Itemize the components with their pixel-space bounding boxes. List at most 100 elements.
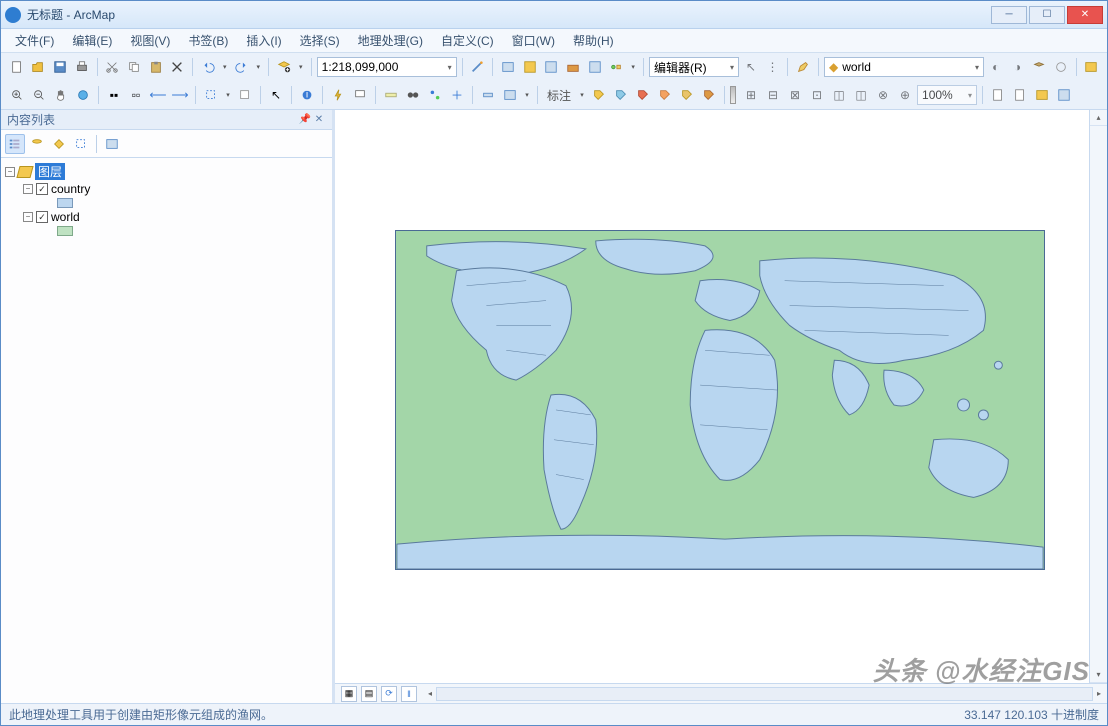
clear-selection-button[interactable] [235, 85, 255, 105]
fixed-zoom-in[interactable]: ▪▪ [104, 85, 124, 105]
tree-layer-country[interactable]: − ✓ country [23, 181, 328, 197]
label-3[interactable] [633, 85, 653, 105]
search-window-button[interactable] [542, 57, 562, 77]
fixed-zoom-out[interactable]: ▫▫ [126, 85, 146, 105]
collapse-icon[interactable]: − [23, 212, 33, 222]
close-button[interactable]: ✕ [1067, 6, 1103, 24]
georef-8[interactable]: ⊕ [895, 85, 915, 105]
menu-customize[interactable]: 自定义(C) [435, 30, 500, 51]
tree-root[interactable]: − 图层 [5, 162, 328, 181]
georef-7[interactable]: ⊗ [873, 85, 893, 105]
hscroll-left[interactable]: ◂ [428, 689, 432, 698]
pan-button[interactable] [51, 85, 71, 105]
undo-dropdown[interactable]: ▾ [220, 57, 230, 77]
hyperlink-button[interactable] [328, 85, 348, 105]
tree-symbol-world[interactable] [23, 225, 328, 237]
copy-button[interactable] [124, 57, 144, 77]
add-data-button[interactable] [274, 57, 294, 77]
python-button[interactable] [585, 57, 605, 77]
select-elements-button[interactable]: ↖ [266, 85, 286, 105]
select-dropdown[interactable]: ▾ [223, 85, 233, 105]
scale-combo[interactable]: 1:218,099,000 ▾ [317, 57, 457, 77]
menu-geoprocessing[interactable]: 地理处理(G) [352, 30, 429, 51]
menu-bookmarks[interactable]: 书签(B) [182, 30, 234, 51]
viewer-dropdown[interactable]: ▾ [522, 85, 532, 105]
toc-tab-source[interactable] [27, 134, 47, 154]
labeling-dropdown[interactable]: ▾ [577, 85, 587, 105]
cut-button[interactable] [103, 57, 123, 77]
georef-2[interactable]: ⊟ [763, 85, 783, 105]
tree-layer-world[interactable]: − ✓ world [23, 209, 328, 225]
arc-catalog-button[interactable] [1082, 57, 1102, 77]
georef-button[interactable] [1051, 57, 1071, 77]
layout-1[interactable] [988, 85, 1008, 105]
label-5[interactable] [677, 85, 697, 105]
new-button[interactable] [7, 57, 27, 77]
menu-window[interactable]: 窗口(W) [506, 30, 561, 51]
checkbox-checked[interactable]: ✓ [36, 183, 48, 195]
undo-button[interactable] [198, 57, 218, 77]
layout-view-button[interactable]: ▤ [361, 686, 377, 702]
zoom-pct-combo[interactable]: 100% ▾ [917, 85, 977, 105]
label-2[interactable] [611, 85, 631, 105]
save-button[interactable] [50, 57, 70, 77]
go-to-xy-button[interactable] [447, 85, 467, 105]
data-view-button[interactable]: ▦ [341, 686, 357, 702]
full-extent-button[interactable] [73, 85, 93, 105]
label-1[interactable] [589, 85, 609, 105]
label-6[interactable] [699, 85, 719, 105]
checkbox-checked[interactable]: ✓ [36, 211, 48, 223]
menu-help[interactable]: 帮助(H) [567, 30, 620, 51]
catalog-button[interactable] [520, 57, 540, 77]
pin-button[interactable]: 📌 [298, 113, 312, 127]
model-builder-button[interactable] [607, 57, 627, 77]
edit-vertices[interactable]: ⋮ [763, 57, 783, 77]
editor-menu[interactable]: 编辑器(R) ▾ [649, 57, 739, 77]
layout-2[interactable] [1010, 85, 1030, 105]
select-features-button[interactable] [201, 85, 221, 105]
paste-button[interactable] [146, 57, 166, 77]
menu-edit[interactable]: 编辑(E) [66, 30, 118, 51]
label-4[interactable] [655, 85, 675, 105]
create-viewer-button[interactable] [500, 85, 520, 105]
find-button[interactable] [403, 85, 423, 105]
find-route-button[interactable] [425, 85, 445, 105]
collapse-icon[interactable]: − [5, 167, 15, 177]
georef-5[interactable]: ◫ [829, 85, 849, 105]
add-data-dropdown[interactable]: ▾ [296, 57, 306, 77]
toc-tab-drawing-order[interactable] [5, 134, 25, 154]
zoom-out-button[interactable] [29, 85, 49, 105]
target-layer-combo[interactable]: ◆ world ▾ [824, 57, 984, 77]
html-popup-button[interactable] [350, 85, 370, 105]
redo-dropdown[interactable]: ▾ [253, 57, 263, 77]
edit-tool[interactable]: ↖ [741, 57, 761, 77]
layout-3[interactable] [1032, 85, 1052, 105]
pause-button[interactable]: ‖ [401, 686, 417, 702]
menu-selection[interactable]: 选择(S) [294, 30, 346, 51]
scroll-up-button[interactable]: ▴ [1090, 110, 1107, 126]
layout-4[interactable] [1054, 85, 1074, 105]
collapse-icon[interactable]: − [23, 184, 33, 194]
editor-toolbar-button[interactable] [468, 57, 488, 77]
toc-tab-selection[interactable] [71, 134, 91, 154]
print-button[interactable] [72, 57, 92, 77]
georef-4[interactable]: ⊡ [807, 85, 827, 105]
vertical-scrollbar[interactable]: ▴ ▾ [1089, 110, 1107, 683]
menu-view[interactable]: 视图(V) [124, 30, 176, 51]
model-dropdown[interactable]: ▾ [628, 57, 638, 77]
georef-6[interactable]: ◫ [851, 85, 871, 105]
menu-file[interactable]: 文件(F) [9, 30, 60, 51]
refresh-button[interactable]: ⟳ [381, 686, 397, 702]
time-slider-button[interactable] [478, 85, 498, 105]
measure-button[interactable] [381, 85, 401, 105]
georef-1[interactable]: ⊞ [741, 85, 761, 105]
toolbox-button[interactable] [563, 57, 583, 77]
scroll-down-button[interactable]: ▾ [1090, 667, 1107, 683]
toolbar-grip[interactable] [730, 86, 736, 104]
menu-insert[interactable]: 插入(I) [240, 30, 287, 51]
scroll-track[interactable] [1090, 126, 1107, 667]
open-button[interactable] [29, 57, 49, 77]
identify-button[interactable]: i [297, 85, 317, 105]
sketch-tool[interactable] [793, 57, 813, 77]
minimize-button[interactable]: ─ [991, 6, 1027, 24]
